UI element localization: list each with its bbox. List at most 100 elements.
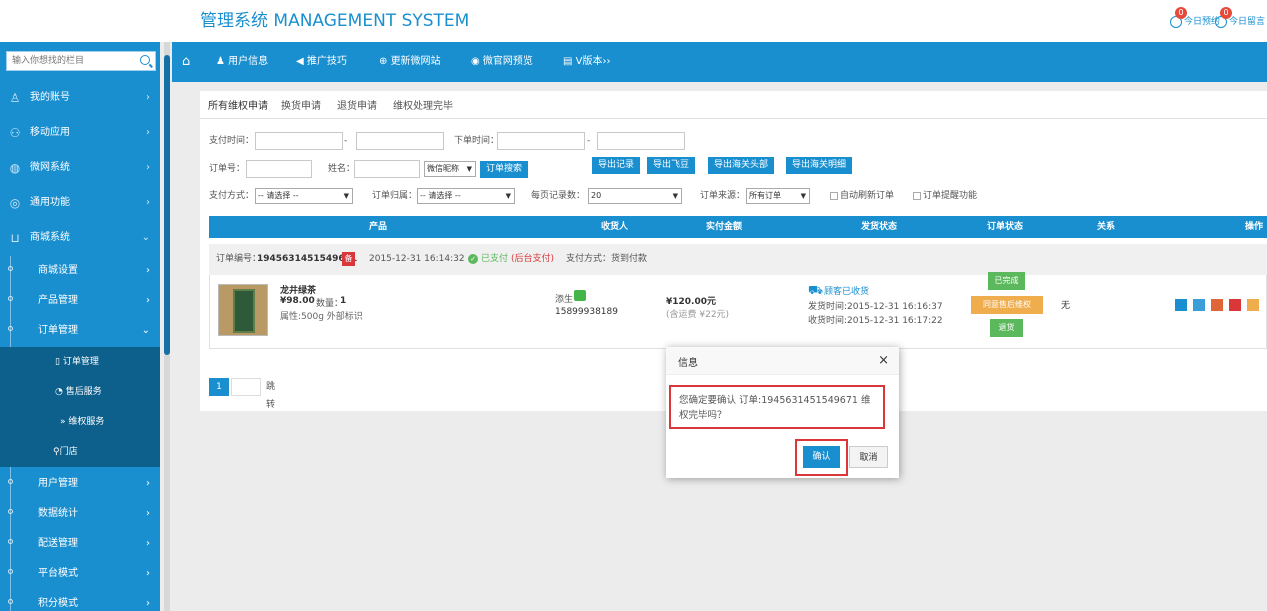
dash: -	[344, 136, 348, 146]
export-feidou-button[interactable]: 导出飞豆	[647, 157, 696, 174]
sidebar-item-microsite[interactable]: ◍ 微网系统 ›	[0, 151, 160, 185]
message-button[interactable]: 0 今日留言	[1214, 6, 1265, 28]
pay-method-select[interactable]: -- 请选择 --	[255, 188, 353, 204]
return-goods-button[interactable]: 退货	[990, 319, 1023, 337]
tab-exchange[interactable]: 换货申请	[281, 97, 321, 112]
apps-icon: ⚇	[9, 126, 21, 140]
globe-icon: ◍	[9, 161, 21, 175]
chevron-right-icon: ›	[146, 568, 150, 579]
sidebar-item-statistics[interactable]: 数据统计 ›	[0, 499, 160, 529]
order-submenu: ▯ 订单管理 ◔ 售后服务 » 维权服务 ⚲门店	[0, 347, 160, 467]
submenu-label: 维权服务	[68, 417, 105, 427]
cancel-button[interactable]: 取消	[849, 446, 888, 468]
check-icon: ✓	[468, 254, 478, 264]
page-current[interactable]: 1	[209, 378, 229, 396]
order-belong-select[interactable]: -- 请选择 --	[417, 188, 515, 204]
sidebar-item-order-mgmt[interactable]: 订单管理 ⌄	[0, 316, 160, 346]
product-image[interactable]	[218, 284, 268, 336]
pay-time-start-input[interactable]	[255, 132, 343, 150]
sidebar-item-label: 用户管理	[38, 478, 78, 489]
pay-time-end-input[interactable]	[356, 132, 444, 150]
nav-promotion[interactable]: ◀ 推广技巧	[296, 42, 347, 82]
wechat-icon[interactable]	[574, 290, 586, 301]
nav-preview[interactable]: ◉ 微官网预览	[471, 42, 533, 82]
page-jump-input[interactable]	[231, 378, 261, 396]
sidebar-item-mobile-apps[interactable]: ⚇ 移动应用 ›	[0, 116, 160, 150]
user-icon: ♙	[9, 91, 21, 105]
order-no-label: 订单号：	[209, 164, 246, 174]
dialog-header: 信息 ×	[666, 347, 899, 375]
tab-rights-done[interactable]: 维权处理完毕	[393, 97, 453, 112]
truck-icon: ⛟	[808, 283, 824, 297]
print-icon[interactable]	[1211, 299, 1223, 311]
search-input[interactable]	[7, 52, 127, 70]
export-customs-detail-button[interactable]: 导出海关明细	[786, 157, 853, 174]
sidebar-item-points[interactable]: 积分模式 ›	[0, 589, 160, 611]
product-name[interactable]: 龙井绿茶	[280, 283, 316, 296]
remark-icon[interactable]	[1247, 299, 1259, 311]
order-time-end-input[interactable]	[597, 132, 685, 150]
appointment-button[interactable]: 0 今日预约	[1169, 6, 1220, 28]
export-customs-head-button[interactable]: 导出海关头部	[708, 157, 775, 174]
remind-checkbox[interactable]	[913, 192, 921, 200]
per-page-select[interactable]: 20	[588, 188, 682, 204]
sidebar-item-label: 商城系统	[30, 232, 70, 243]
header: 管理系统 MANAGEMENT SYSTEM 0 今日预约 0 今日留言	[160, 0, 1267, 42]
sidebar-item-common[interactable]: ◎ 通用功能 ›	[0, 186, 160, 220]
auto-refresh-checkbox[interactable]	[830, 192, 838, 200]
sidebar-item-label: 配送管理	[38, 538, 78, 549]
nav-version[interactable]: ▤ V版本››	[563, 42, 610, 82]
remark-badge[interactable]: 备	[342, 252, 355, 266]
detail-icon[interactable]	[1175, 299, 1187, 311]
order-time-start-input[interactable]	[497, 132, 585, 150]
tab-all-rights[interactable]: 所有维权申请	[208, 97, 268, 112]
submenu-order-list[interactable]: ▯ 订单管理	[0, 347, 160, 377]
name-input[interactable]	[354, 160, 420, 178]
page-jump-button[interactable]: 跳转	[266, 378, 275, 414]
top-nav: ⌂ ♟ 用户信息 ◀ 推广技巧 ⊕ 更新微网站 ◉ 微官网预览 ▤ V版本››	[172, 42, 1267, 82]
sidebar-item-delivery[interactable]: 配送管理 ›	[0, 529, 160, 559]
order-no-input[interactable]	[246, 160, 312, 178]
pay-method-label: 支付方式：	[209, 191, 255, 201]
sidebar-scrollbar-thumb[interactable]	[164, 55, 170, 355]
tab-return[interactable]: 退货申请	[337, 97, 377, 112]
nav-label: 用户信息	[228, 56, 269, 67]
col-amount: 实付金额	[706, 222, 743, 232]
order-time-label: 下单时间：	[454, 136, 500, 146]
agree-after-sales-button[interactable]: 同意售后维权	[971, 296, 1043, 314]
submenu-rights-service[interactable]: » 维权服务	[0, 407, 160, 437]
source-select[interactable]: 所有订单	[746, 188, 810, 204]
tree-dot	[8, 479, 13, 484]
edit-icon[interactable]	[1193, 299, 1205, 311]
sidebar-item-platform[interactable]: 平台模式 ›	[0, 559, 160, 589]
sidebar-item-label: 订单管理	[38, 325, 78, 336]
search-icon: ⚲	[53, 447, 60, 457]
sidebar-item-user-mgmt[interactable]: 用户管理 ›	[0, 469, 160, 499]
appointment-badge: 0	[1174, 6, 1187, 19]
search-icon[interactable]	[140, 55, 150, 65]
order-search-button[interactable]: 订单搜索	[480, 161, 529, 178]
sidebar: ♙ 我的账号 › ⚇ 移动应用 › ◍ 微网系统 › ◎ 通用功能 › ⊔ 商城系统 ⌄ 商城设置 ›…	[0, 42, 160, 611]
sidebar-item-product-mgmt[interactable]: 产品管理 ›	[0, 286, 160, 316]
nav-user-info[interactable]: ♟ 用户信息	[216, 42, 268, 82]
sidebar-item-shop-settings[interactable]: 商城设置 ›	[0, 256, 160, 286]
product-attr: 属性:500g 外部标识	[280, 312, 363, 322]
order-header-row: 订单编号： 1945631451549671 备 2015-12-31 16:1…	[209, 244, 1267, 275]
receiver-name: 添生	[555, 295, 574, 305]
sidebar-item-shop[interactable]: ⊔ 商城系统 ⌄	[0, 221, 160, 255]
cart-icon: ⊔	[10, 231, 20, 245]
confirm-dialog: 信息 × 您确定要确认 订单:1945631451549671 维权完毕吗？ 确…	[666, 347, 899, 478]
home-icon[interactable]: ⌂	[182, 42, 190, 82]
confirm-button[interactable]: 确认	[803, 446, 840, 468]
sidebar-item-account[interactable]: ♙ 我的账号 ›	[0, 81, 160, 115]
delete-icon[interactable]	[1229, 299, 1241, 311]
submenu-store[interactable]: ⚲门店	[0, 437, 160, 467]
chevron-down-icon: ⌄	[141, 232, 150, 243]
chevron-right-icon: ›	[146, 127, 150, 138]
nav-update-site[interactable]: ⊕ 更新微网站	[379, 42, 441, 82]
export-records-button[interactable]: 导出记录	[592, 157, 641, 174]
wechat-nickname-select[interactable]: 微信昵称	[424, 161, 476, 177]
close-icon[interactable]: ×	[878, 353, 889, 368]
status-done-button[interactable]: 已完成	[988, 272, 1025, 290]
submenu-after-sales[interactable]: ◔ 售后服务	[0, 377, 160, 407]
